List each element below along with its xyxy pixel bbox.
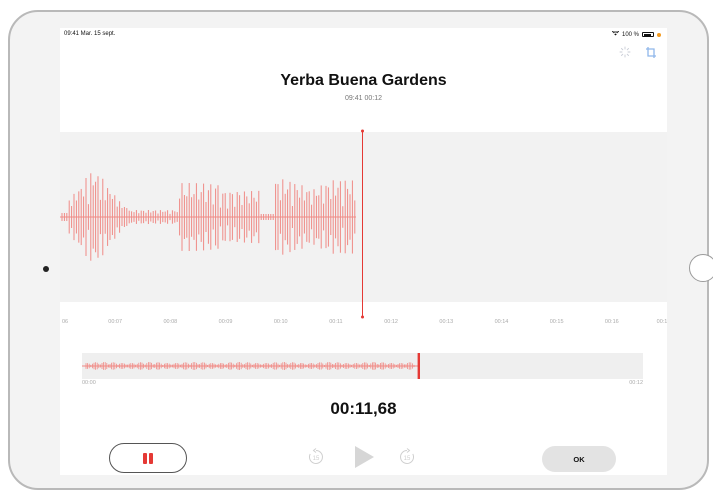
recording-meta: 09:41 00:12 xyxy=(345,95,382,102)
edit-toolbar xyxy=(619,46,657,59)
timeline-tick-label: 00:11 xyxy=(329,319,343,325)
timeline-tick-label: 00:14 xyxy=(494,319,509,325)
status-time: 09:41 Mar. 15 sept. xyxy=(64,31,116,37)
battery-percent: 100 % xyxy=(621,31,639,38)
timeline-tick-label: 00:10 xyxy=(273,319,288,325)
wifi-icon xyxy=(611,30,620,38)
timeline-tick-label: 00:07 xyxy=(108,319,123,325)
recording-indicator-dot xyxy=(657,32,661,37)
overview-playhead xyxy=(417,353,420,379)
status-bar: 09:41 Mar. 15 sept. 100 % xyxy=(60,28,667,40)
magic-wand-icon[interactable] xyxy=(619,46,631,59)
overview-start-time: 00:00 xyxy=(82,380,96,386)
skip-forward-15-icon[interactable]: 15 xyxy=(398,448,416,471)
pause-button[interactable] xyxy=(109,443,187,473)
recording-title[interactable]: Yerba Buena Gardens xyxy=(60,72,667,90)
skip-back-label: 15 xyxy=(313,456,320,462)
ok-button[interactable]: OK xyxy=(542,446,616,472)
skip-back-15-icon[interactable]: 15 xyxy=(307,448,325,471)
overview-scrubber[interactable] xyxy=(82,353,643,379)
battery-icon xyxy=(642,32,654,37)
status-right: 100 % xyxy=(611,30,661,38)
home-button[interactable] xyxy=(689,254,713,282)
crop-icon[interactable] xyxy=(645,46,657,59)
timeline-tick-label: 00:12 xyxy=(384,319,398,325)
pause-icon xyxy=(143,452,153,464)
timeline-tick-label: 00:09 xyxy=(218,319,233,325)
timeline-tick-label: 00:13 xyxy=(439,319,454,325)
timeline-ruler: 06 00:07 00:08 00:09 00:10 00:11 00:12 00:13 00:… xyxy=(60,316,667,330)
timeline-tick-label: 00:1 xyxy=(656,319,667,325)
overview-end-time: 00:12 xyxy=(629,380,643,386)
timeline-tick-label: 00:15 xyxy=(549,319,564,325)
voice-memo-screen: 09:41 Mar. 15 sept. 100 % Yerba Buena Ga… xyxy=(60,28,667,475)
skip-forward-label: 15 xyxy=(404,456,411,462)
elapsed-time: 00:11,68 xyxy=(330,399,397,418)
overview-waveform xyxy=(82,353,420,379)
camera-dot xyxy=(43,266,49,272)
playhead[interactable] xyxy=(361,129,364,319)
timeline-tick-label: 00:16 xyxy=(604,319,619,325)
timeline-tick-label: 06 xyxy=(61,319,69,325)
timeline-tick-label: 00:08 xyxy=(163,319,178,325)
play-icon[interactable] xyxy=(353,445,375,474)
